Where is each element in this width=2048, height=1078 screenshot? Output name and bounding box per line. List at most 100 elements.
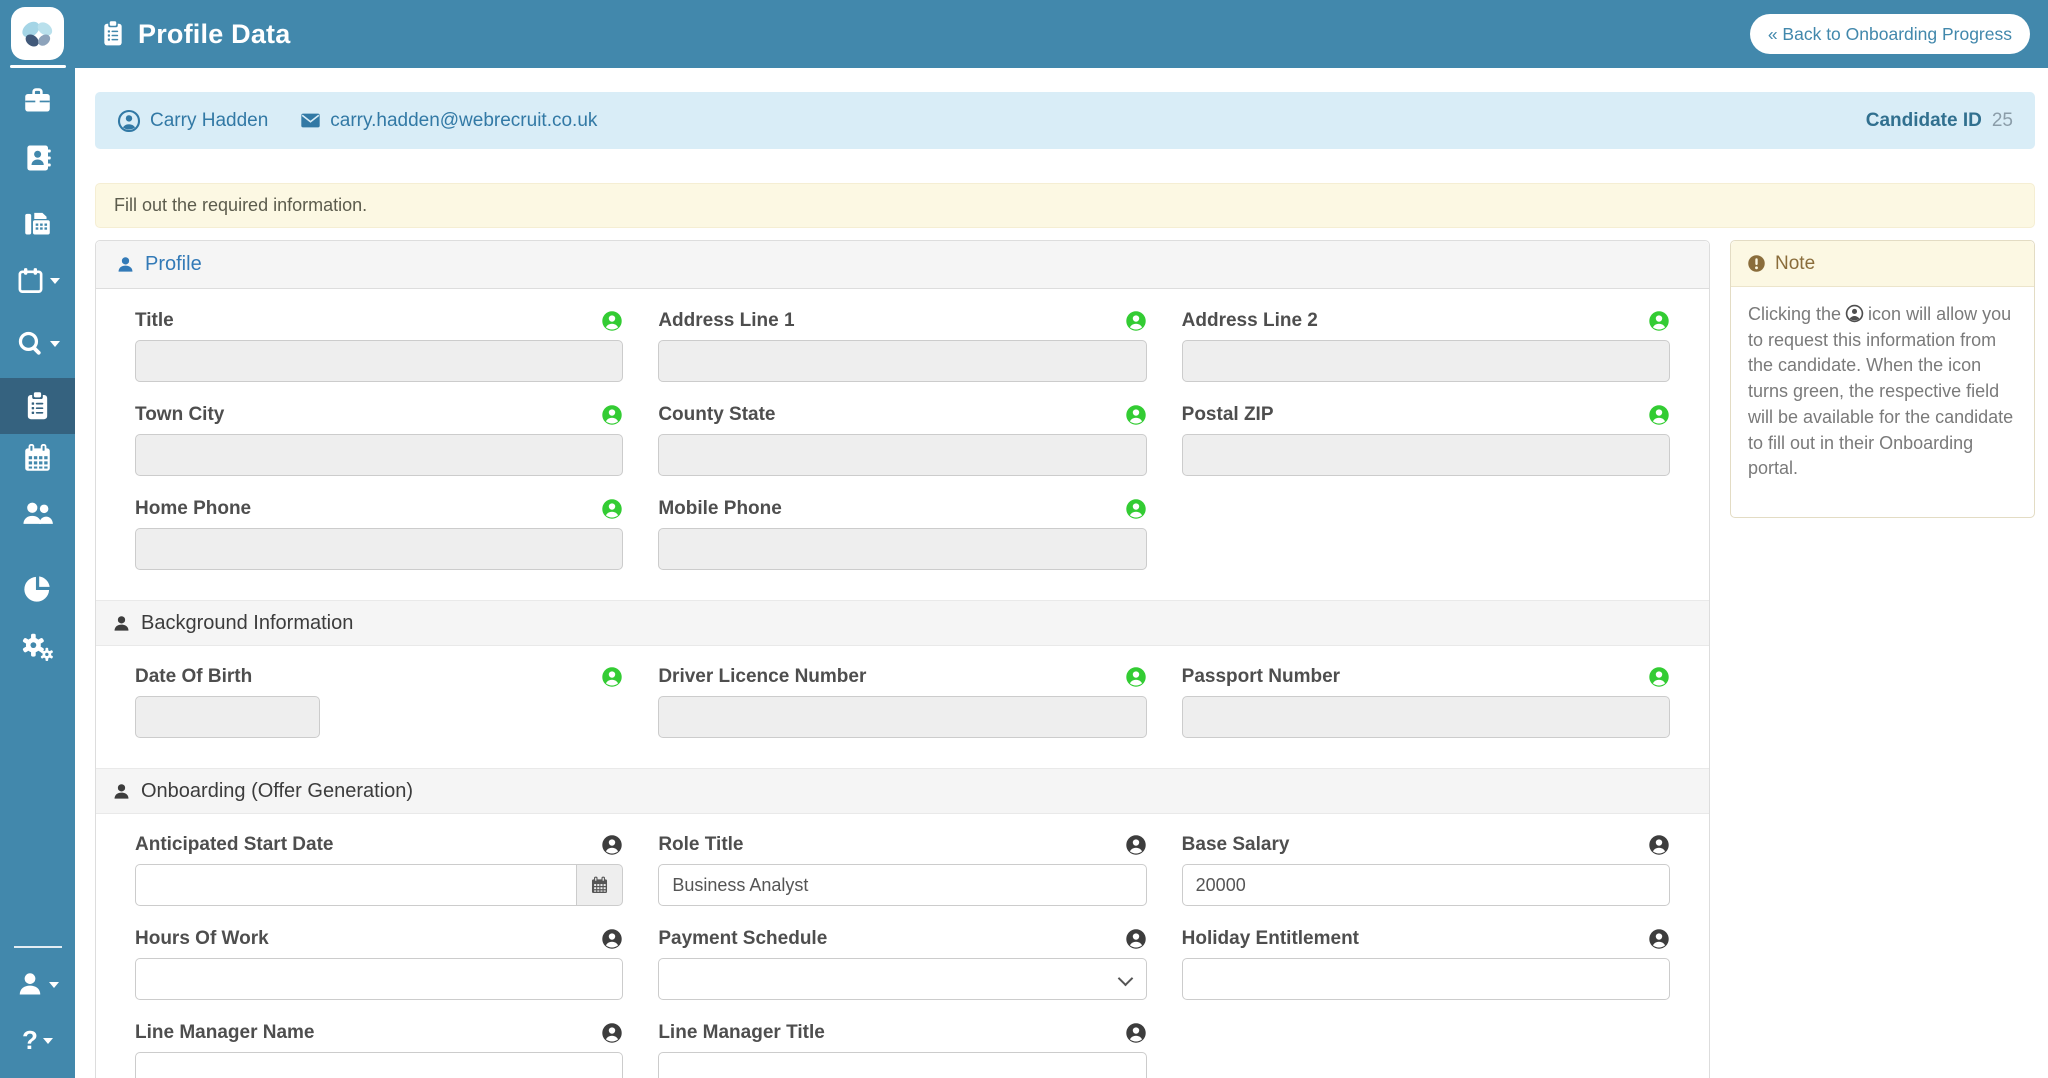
request-from-candidate-icon[interactable] [1125, 404, 1147, 426]
field-label: Passport Number [1181, 666, 1341, 687]
user-icon [112, 782, 131, 801]
request-from-candidate-icon[interactable] [1648, 310, 1670, 332]
anticipated-start-date-input[interactable] [135, 864, 578, 906]
payment-schedule-select[interactable] [658, 958, 1147, 1000]
request-from-candidate-icon[interactable] [601, 1022, 623, 1044]
field-label: Date Of Birth [135, 666, 253, 687]
background-information-heading: Background Information [96, 600, 1709, 646]
candidate-email: carry.hadden@webrecruit.co.uk [330, 109, 598, 131]
sidebar-item-jobs[interactable] [0, 74, 75, 126]
user-circle-icon [117, 109, 141, 133]
candidate-id-label: Candidate ID [1865, 109, 1982, 131]
search-icon [16, 329, 45, 358]
required-info-alert: Fill out the required information. [95, 183, 2035, 228]
profile-section-heading: Profile [96, 241, 1709, 289]
town-city-input [135, 434, 624, 476]
sidebar-item-reports[interactable] [0, 562, 75, 614]
field-label: Anticipated Start Date [135, 834, 334, 855]
request-from-candidate-icon[interactable] [1125, 1022, 1147, 1044]
field-holiday-entitlement: Holiday Entitlement [1181, 928, 1670, 1000]
candidate-id-wrap: Candidate ID 25 [1866, 110, 2013, 132]
users-icon [21, 497, 54, 530]
chevron-down-icon [49, 340, 60, 352]
divider [14, 946, 62, 948]
sidebar-item-calendar-menu[interactable] [0, 254, 75, 306]
settings-gears-icon [21, 631, 54, 664]
user-icon [116, 255, 135, 274]
sidebar-item-candidates[interactable] [0, 132, 75, 184]
request-from-candidate-icon[interactable] [1648, 404, 1670, 426]
request-from-candidate-icon[interactable] [1125, 928, 1147, 950]
request-from-candidate-icon[interactable] [1648, 666, 1670, 688]
page-title: Profile Data [138, 18, 291, 49]
user-circle-icon [1845, 304, 1864, 323]
sidebar-item-users[interactable] [0, 487, 75, 539]
field-label: Driver Licence Number [658, 666, 867, 687]
request-from-candidate-icon[interactable] [601, 404, 623, 426]
form-row: Town City County State Postal ZIP [135, 404, 1670, 498]
hours-of-work-input[interactable] [135, 958, 624, 1000]
request-from-candidate-icon[interactable] [601, 928, 623, 950]
base-salary-input[interactable] [1181, 864, 1670, 906]
request-from-candidate-icon[interactable] [1125, 310, 1147, 332]
request-from-candidate-icon[interactable] [1125, 834, 1147, 856]
holiday-entitlement-input[interactable] [1181, 958, 1670, 1000]
profile-data-page: Profile Data « Back to Onboarding Progre… [0, 0, 2048, 1078]
line-manager-title-input[interactable] [658, 1052, 1147, 1078]
request-from-candidate-icon[interactable] [1125, 666, 1147, 688]
app-logo[interactable] [11, 7, 64, 60]
content-row: Profile Title Address Line 1 Address Lin… [95, 240, 2035, 1078]
field-label: Home Phone [135, 498, 252, 519]
candidate-email-link[interactable]: carry.hadden@webrecruit.co.uk [300, 110, 597, 132]
field-label: Town City [135, 404, 225, 425]
request-from-candidate-icon[interactable] [1648, 928, 1670, 950]
request-from-candidate-icon[interactable] [601, 310, 623, 332]
field-town-city: Town City [135, 404, 624, 476]
clipboard-icon [100, 19, 126, 49]
field-label: Holiday Entitlement [1181, 928, 1360, 949]
sidebar-item-profile-data-active[interactable] [0, 378, 75, 434]
user-icon [112, 614, 131, 633]
county-state-input [658, 434, 1147, 476]
address-book-icon [23, 143, 53, 173]
request-from-candidate-icon[interactable] [601, 666, 623, 688]
pie-chart-icon [22, 573, 53, 604]
profile-section-title: Profile [145, 253, 202, 275]
alert-text: Fill out the required information. [114, 195, 368, 215]
back-to-onboarding-button[interactable]: « Back to Onboarding Progress [1749, 14, 2030, 54]
sidebar-item-fax[interactable] [0, 197, 75, 249]
profile-form-panel: Profile Title Address Line 1 Address Lin… [95, 240, 1710, 1078]
field-title: Title [135, 310, 624, 382]
field-postal-zip: Postal ZIP [1181, 404, 1670, 476]
sidebar-item-schedule[interactable] [0, 432, 75, 484]
home-phone-input [135, 528, 624, 570]
role-title-input[interactable] [658, 864, 1147, 906]
request-from-candidate-icon[interactable] [601, 498, 623, 520]
main-content: Carry Hadden carry.hadden@webrecruit.co.… [75, 68, 2048, 1078]
postal-zip-input [1181, 434, 1670, 476]
note-text: icon will allow you to request this info… [1748, 304, 2014, 479]
sidebar-item-help-menu[interactable]: ? [0, 1014, 75, 1066]
request-from-candidate-icon[interactable] [601, 834, 623, 856]
field-anticipated-start-date: Anticipated Start Date [135, 834, 624, 906]
sidebar-item-account-menu[interactable] [0, 958, 75, 1010]
field-date-of-birth: Date Of Birth [135, 666, 623, 738]
address-line-2-input [1181, 340, 1670, 382]
passport-number-input [1181, 696, 1670, 738]
top-header-bar: Profile Data « Back to Onboarding Progre… [0, 0, 2048, 68]
field-home-phone: Home Phone [135, 498, 624, 570]
sidebar-item-search-menu[interactable] [0, 317, 75, 369]
line-manager-name-input[interactable] [135, 1052, 624, 1078]
envelope-icon [300, 110, 321, 131]
request-from-candidate-icon[interactable] [1648, 834, 1670, 856]
field-label: Line Manager Title [658, 1022, 825, 1043]
datepicker-button[interactable] [577, 864, 624, 906]
request-from-candidate-icon[interactable] [1125, 498, 1147, 520]
form-row: Line Manager Name Line Manager Title [135, 1022, 1670, 1078]
sidebar: ? [0, 0, 75, 1078]
clipboard-icon [23, 392, 52, 421]
calendar-icon [590, 876, 609, 895]
form-row: Anticipated Start Date Role Title Busine… [135, 834, 1670, 928]
exclamation-circle-icon [1747, 254, 1766, 273]
sidebar-item-settings[interactable] [0, 621, 75, 673]
